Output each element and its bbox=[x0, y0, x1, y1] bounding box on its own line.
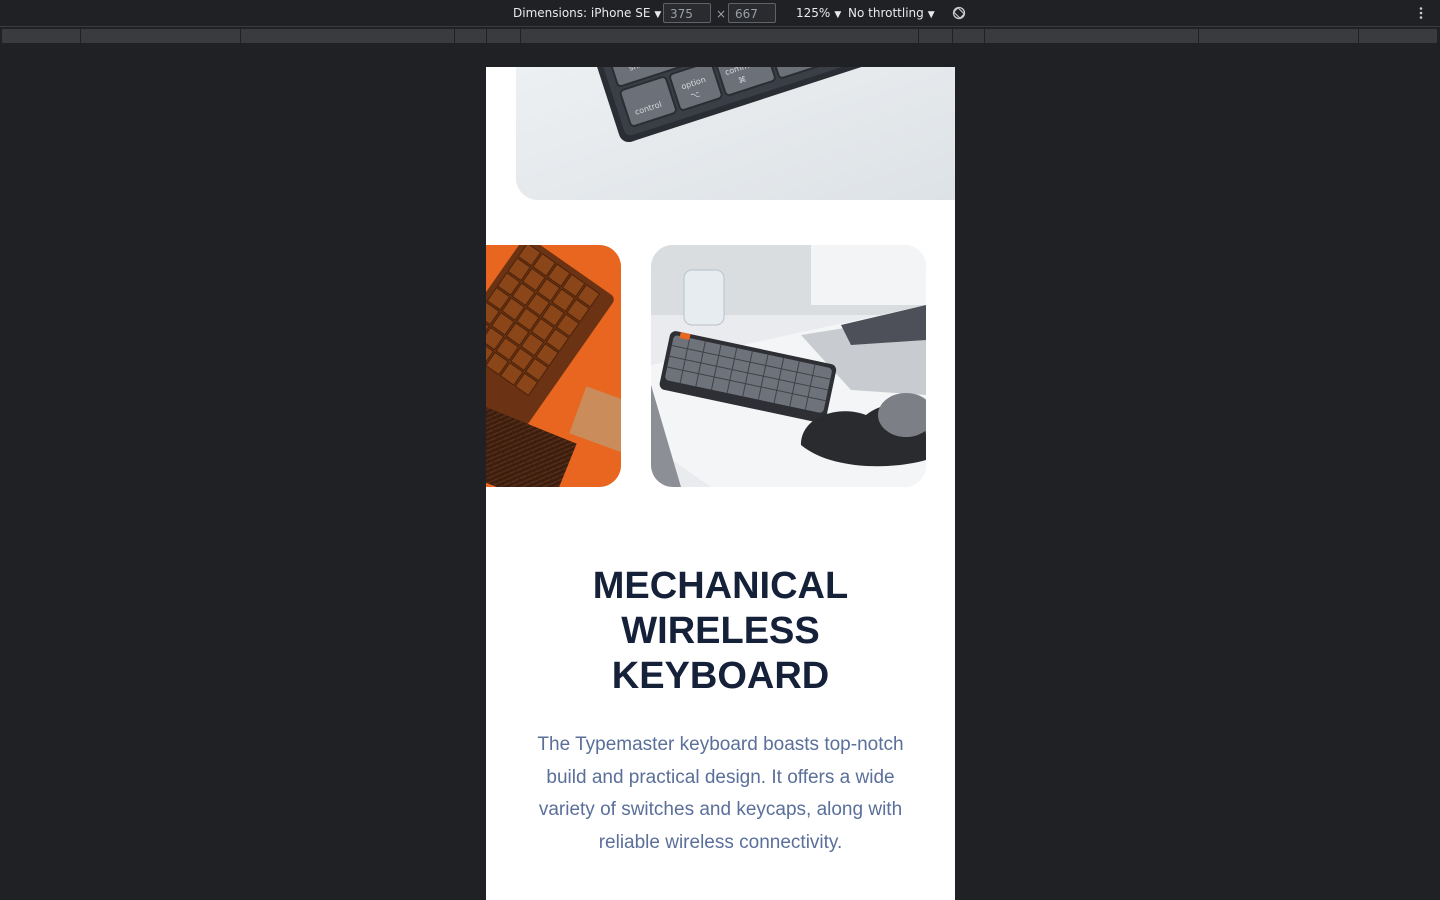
product-headline: MECHANICAL WIRELESS KEYBOARD bbox=[486, 564, 955, 699]
orange-keyboard-image bbox=[486, 245, 621, 487]
media-query-segment[interactable] bbox=[455, 29, 487, 43]
headline-line: MECHANICAL bbox=[592, 565, 849, 607]
media-query-segment[interactable] bbox=[487, 29, 521, 43]
times-icon: × bbox=[716, 7, 727, 21]
media-query-segment[interactable] bbox=[241, 29, 455, 43]
media-query-segment[interactable] bbox=[919, 29, 953, 43]
zoom-label: 125% bbox=[796, 6, 831, 20]
zoom-select[interactable]: 125% ▼ bbox=[796, 0, 841, 26]
media-query-segment[interactable] bbox=[81, 29, 241, 43]
rotate-icon[interactable] bbox=[952, 6, 966, 20]
product-description: The Typemaster keyboard boasts top-notch… bbox=[537, 734, 904, 853]
device-toolbar: Dimensions: iPhone SE ▼ 375 × 667 125% ▼ N… bbox=[0, 0, 1440, 27]
more-options-icon[interactable] bbox=[1417, 6, 1425, 20]
media-query-segment[interactable] bbox=[1359, 29, 1438, 43]
orange-keyboard-illustration bbox=[486, 245, 621, 487]
headline-line: KEYBOARD bbox=[611, 655, 830, 697]
device-viewport: shift option command control ⌥ ⌘ bbox=[486, 67, 955, 900]
chevron-down-icon: ▼ bbox=[654, 10, 662, 20]
keyboard-illustration: shift option command control ⌥ ⌘ bbox=[516, 67, 955, 200]
width-input[interactable]: 375 bbox=[663, 3, 711, 23]
device-label: Dimensions: iPhone SE bbox=[513, 6, 651, 20]
headline-line: WIRELESS bbox=[621, 610, 820, 652]
media-query-segment[interactable] bbox=[521, 29, 919, 43]
throttling-label: No throttling bbox=[848, 6, 924, 20]
media-query-segment[interactable] bbox=[2, 29, 81, 43]
media-query-bar bbox=[0, 28, 1440, 45]
media-query-segment[interactable] bbox=[985, 29, 1199, 43]
chevron-down-icon: ▼ bbox=[927, 10, 935, 20]
desk-keyboard-image bbox=[651, 245, 926, 487]
media-query-segment[interactable] bbox=[1199, 29, 1359, 43]
media-query-segment[interactable] bbox=[953, 29, 985, 43]
hero-keyboard-image: shift option command control ⌥ ⌘ bbox=[516, 67, 955, 200]
throttling-select[interactable]: No throttling ▼ bbox=[848, 0, 935, 26]
height-input[interactable]: 667 bbox=[728, 3, 776, 23]
desk-setup-illustration bbox=[651, 245, 926, 487]
device-select[interactable]: Dimensions: iPhone SE ▼ bbox=[513, 0, 661, 26]
chevron-down-icon: ▼ bbox=[834, 10, 842, 20]
